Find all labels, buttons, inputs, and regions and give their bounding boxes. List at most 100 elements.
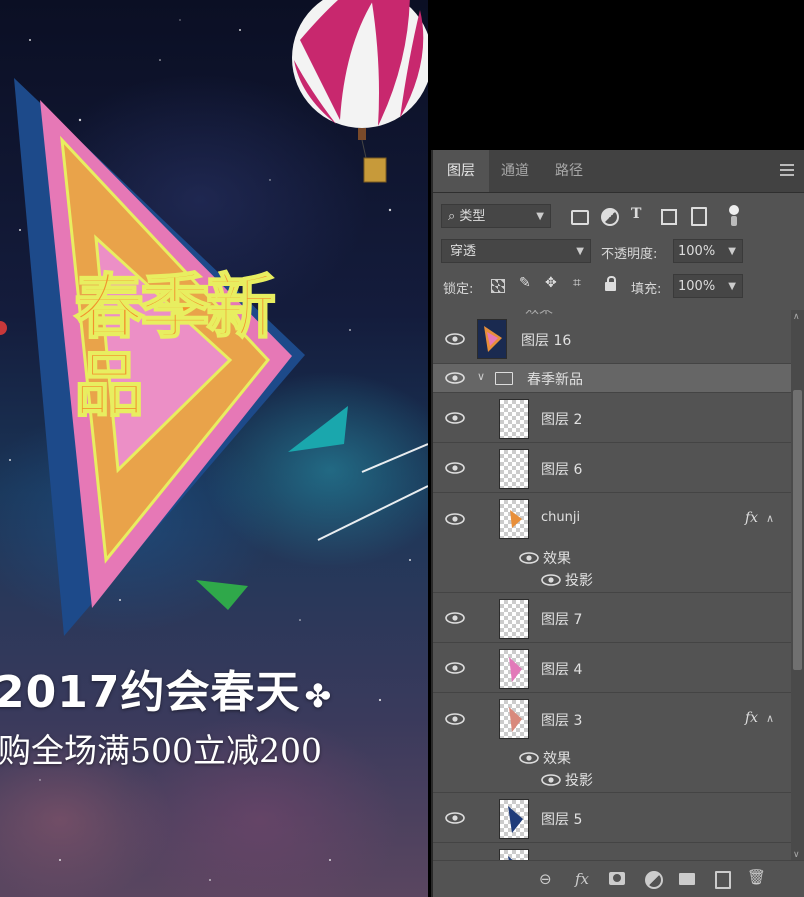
layer-thumbnail [499, 599, 529, 639]
visibility-eye-icon[interactable] [519, 752, 539, 764]
effect-drop-shadow[interactable]: 投影 [565, 570, 593, 590]
document-canvas[interactable]: 春季新品 2017约会春天 ✤ 购全场满500立减200 [0, 0, 428, 897]
layer-row[interactable]: 图层 7 [433, 594, 791, 643]
visibility-eye-icon[interactable] [445, 372, 465, 384]
layer-thumbnail [499, 399, 529, 439]
layer-thumbnail [499, 699, 529, 739]
smart-object-filter-icon[interactable] [691, 207, 707, 226]
layer-thumbnail [477, 319, 507, 359]
layer-list[interactable]: 效果 图层 16 ∨ 春季新品 图层 2 图层 6 [433, 310, 791, 862]
opacity-value: 100% [678, 244, 716, 259]
visibility-eye-icon[interactable] [445, 713, 465, 725]
layer-name[interactable]: 图层 2 [541, 409, 582, 429]
headline: 2017约会春天 ✤ [0, 656, 332, 720]
mask-icon[interactable] [609, 872, 625, 885]
visibility-eye-icon[interactable] [541, 574, 561, 586]
panel-tab-bar: 图层 通道 路径 [433, 150, 804, 193]
scroll-up-icon[interactable]: ∧ [793, 312, 800, 322]
panel-menu-icon[interactable] [780, 164, 794, 179]
opacity-label: 不透明度: [601, 247, 658, 262]
visibility-eye-icon[interactable] [445, 462, 465, 474]
text-filter-icon[interactable]: T [631, 206, 641, 222]
headline-text: 2017约会春天 [0, 667, 301, 718]
layer-fx-icon[interactable]: fx [745, 510, 758, 526]
layer-fx-icon[interactable]: fx [745, 710, 758, 726]
chevron-down-icon[interactable]: ▼ [728, 240, 736, 264]
chevron-down-icon: ▼ [576, 246, 584, 257]
layer-name[interactable]: 图层 4 [541, 659, 582, 679]
adjustment-filter-icon[interactable] [601, 208, 619, 226]
visibility-eye-icon[interactable] [541, 774, 561, 786]
lock-all-icon[interactable] [605, 276, 616, 291]
layer-row[interactable]: 图层 6 [433, 444, 791, 493]
chevron-up-icon[interactable]: ∧ [766, 712, 774, 725]
layer-row[interactable]: 图层 16 [433, 315, 791, 364]
chevron-down-icon[interactable]: ▼ [728, 275, 736, 299]
layer-name[interactable]: 图层 16 [521, 330, 571, 350]
layer-row[interactable]: 图层 4 [433, 644, 791, 693]
new-group-icon[interactable] [679, 873, 695, 885]
effects-label: 效果 [543, 551, 571, 567]
filter-type-select[interactable]: ⌕ 类型 ▼ [441, 204, 551, 228]
scroll-down-icon[interactable]: ∨ [793, 850, 800, 860]
visibility-eye-icon[interactable] [445, 513, 465, 525]
hot-air-balloon-icon [292, 0, 428, 183]
layer-thumbnail [499, 799, 529, 839]
chevron-down-icon: ▼ [536, 211, 544, 222]
delete-icon[interactable]: 🗑 [747, 868, 766, 886]
layer-name[interactable]: 图层 6 [541, 459, 582, 479]
planet-shape [0, 321, 7, 335]
effect-drop-shadow[interactable]: 投影 [565, 770, 593, 790]
promo-subline: 购全场满500立减200 [0, 731, 322, 770]
blend-mode-value: 穿透 [450, 244, 477, 259]
folder-icon [495, 372, 513, 385]
layer-thumbnail [499, 499, 529, 539]
chevron-up-icon[interactable]: ∧ [766, 512, 774, 525]
visibility-eye-icon[interactable] [519, 552, 539, 564]
effects-label: 效果 [543, 751, 571, 767]
new-layer-icon[interactable] [715, 871, 731, 889]
tab-layers[interactable]: 图层 [433, 150, 489, 192]
layer-name[interactable]: 图层 3 [541, 710, 582, 730]
lock-brush-icon[interactable]: ✎ [519, 275, 531, 291]
tab-channels[interactable]: 通道 [487, 150, 543, 192]
lock-move-icon[interactable]: ✥ [545, 275, 557, 291]
visibility-eye-icon[interactable] [445, 612, 465, 624]
layer-row[interactable]: 图层 2 [433, 394, 791, 443]
blend-mode-select[interactable]: 穿透 ▼ [441, 239, 591, 263]
layer-group-row[interactable]: ∨ 春季新品 [433, 364, 791, 393]
image-filter-icon[interactable] [571, 210, 589, 225]
visibility-eye-icon[interactable] [445, 662, 465, 674]
tab-paths[interactable]: 路径 [541, 150, 597, 192]
fx-icon[interactable]: fx [575, 870, 589, 888]
visibility-eye-icon[interactable] [445, 412, 465, 424]
teal-triangle [288, 406, 348, 452]
layer-row[interactable]: chunji fx ∧ 效果 投影 [433, 494, 791, 593]
layer-name[interactable]: 图层 5 [541, 809, 582, 829]
shape-filter-icon[interactable] [661, 209, 677, 225]
light-streak [361, 443, 428, 473]
fleuron-icon: ✤ [304, 677, 333, 715]
link-layers-icon[interactable]: ⊖ [539, 870, 552, 888]
layer-name[interactable]: chunji [541, 510, 580, 525]
layer-thumbnail [499, 649, 529, 689]
layer-row[interactable]: 图层 5 [433, 794, 791, 843]
layer-row[interactable]: 图层 3 fx ∧ 效果 投影 [433, 694, 791, 793]
fill-label: 填充: [631, 282, 662, 297]
visibility-eye-icon[interactable] [445, 812, 465, 824]
light-streak [317, 485, 428, 541]
chevron-down-icon[interactable]: ∨ [477, 370, 485, 383]
lock-transparent-icon[interactable] [491, 279, 505, 293]
layer-list-scrollbar[interactable]: ∧ ∨ [791, 310, 804, 862]
fill-value: 100% [678, 279, 716, 294]
scrollbar-thumb[interactable] [793, 390, 802, 670]
layer-name[interactable]: 图层 7 [541, 609, 582, 629]
filter-toggle-icon[interactable] [729, 205, 739, 227]
group-name[interactable]: 春季新品 [527, 369, 583, 389]
adjustment-layer-icon[interactable] [645, 871, 663, 889]
visibility-eye-icon[interactable] [445, 333, 465, 345]
filter-type-value: 类型 [459, 209, 486, 224]
opacity-input[interactable]: 100% ▼ [673, 239, 743, 263]
fill-input[interactable]: 100% ▼ [673, 274, 743, 298]
lock-artboard-icon[interactable]: ⌗ [573, 275, 581, 291]
